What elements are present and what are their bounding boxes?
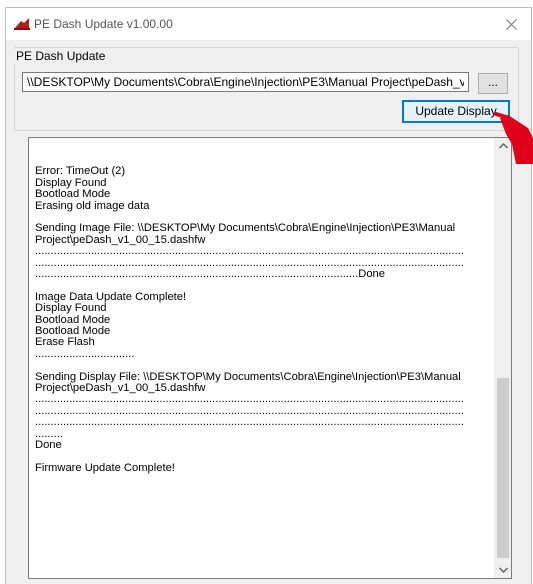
group-legend: PE Dash Update bbox=[14, 49, 108, 63]
chevron-down-icon bbox=[499, 567, 508, 573]
log-line: ................................ bbox=[35, 347, 135, 360]
log-line: ......... bbox=[35, 427, 63, 440]
close-button[interactable] bbox=[491, 8, 531, 40]
title-bar: PE Dash Update v1.00.00 bbox=[6, 8, 531, 40]
scroll-down-button[interactable] bbox=[495, 561, 511, 578]
log-line: ........................................… bbox=[35, 416, 464, 429]
log-line: ........................................… bbox=[35, 245, 464, 258]
browse-button[interactable]: ... bbox=[478, 73, 508, 94]
log-line: Done bbox=[35, 439, 62, 452]
log-line: Bootload Mode bbox=[35, 188, 111, 201]
log-line: Firmware Update Complete! bbox=[35, 461, 175, 474]
log-line: ........................................… bbox=[35, 268, 386, 281]
window-title: PE Dash Update v1.00.00 bbox=[34, 17, 173, 31]
log-line: Display Found bbox=[35, 302, 107, 315]
pointer-hand-icon bbox=[494, 112, 533, 164]
log-line: Erasing old image data bbox=[35, 199, 150, 212]
file-path-input[interactable] bbox=[22, 72, 469, 92]
log-text: Error: TimeOut (2) Display Found Bootload … bbox=[35, 155, 485, 474]
scrollbar-thumb[interactable] bbox=[497, 378, 509, 558]
app-icon bbox=[14, 18, 30, 30]
vertical-scrollbar[interactable] bbox=[494, 138, 511, 578]
log-line: Bootload Mode bbox=[35, 325, 111, 338]
log-output-box[interactable]: Error: TimeOut (2) Display Found Bootload … bbox=[28, 137, 512, 579]
close-icon bbox=[505, 18, 517, 30]
